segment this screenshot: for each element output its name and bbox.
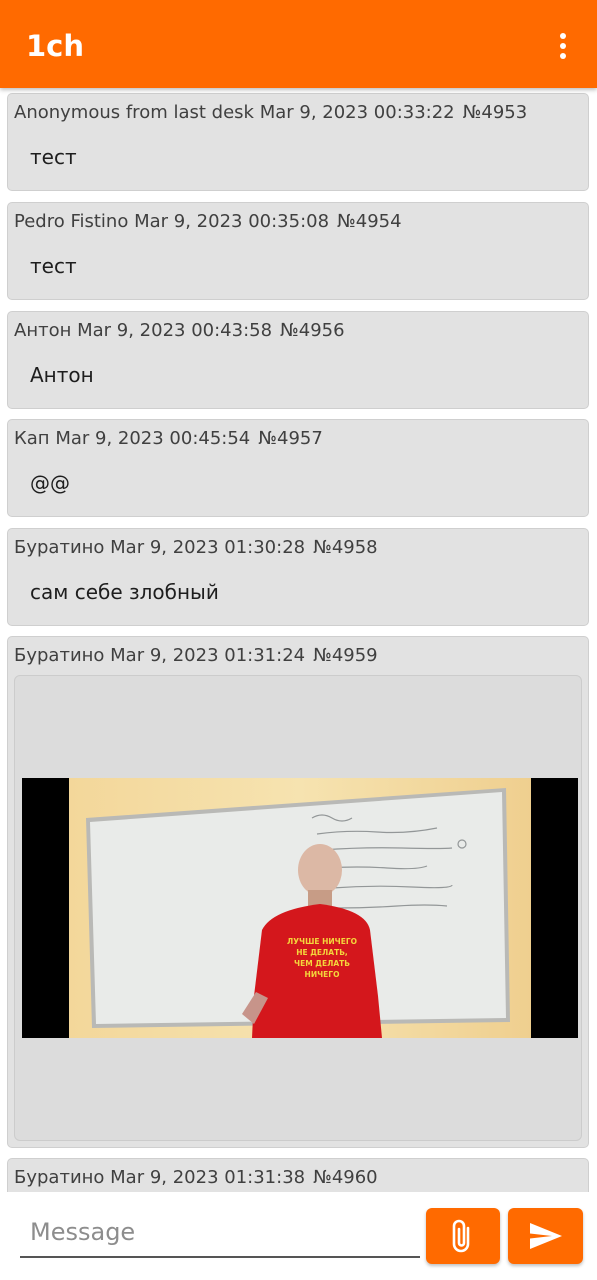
post-text: сам себе злобный <box>30 580 219 604</box>
app-title: 1ch <box>26 29 85 63</box>
post-date: Mar 9, 2023 01:31:38 <box>110 1167 306 1188</box>
more-vert-icon[interactable] <box>548 28 578 64</box>
post-author: Кап <box>14 428 50 449</box>
post-number[interactable]: №4953 <box>463 102 528 123</box>
app-bar: 1ch <box>0 0 597 88</box>
post-number[interactable]: №4957 <box>258 428 323 449</box>
video-frame-image: ЛУЧШЕ НИЧЕГО НЕ ДЕЛАТЬ, ЧЕМ ДЕЛАТЬ НИЧЕГ… <box>22 778 578 1038</box>
post-number[interactable]: №4959 <box>313 645 378 666</box>
post-card[interactable]: Anonymous from last desk Mar 9, 2023 00:… <box>7 93 589 191</box>
svg-text:ЛУЧШЕ НИЧЕГО: ЛУЧШЕ НИЧЕГО <box>287 937 357 946</box>
post-text: @@ <box>30 471 70 495</box>
post-card[interactable]: Буратино Mar 9, 2023 01:31:24 №4959 ЛУЧШ… <box>7 636 589 1148</box>
post-card[interactable]: Буратино Mar 9, 2023 01:31:38 №4960 <box>7 1158 589 1192</box>
post-header: Буратино Mar 9, 2023 01:30:28 №4958 <box>14 537 378 559</box>
post-author: Буратино <box>14 537 105 558</box>
post-card[interactable]: Pedro Fistino Mar 9, 2023 00:35:08 №4954 … <box>7 202 589 300</box>
video-thumbnail[interactable]: ЛУЧШЕ НИЧЕГО НЕ ДЕЛАТЬ, ЧЕМ ДЕЛАТЬ НИЧЕГ… <box>22 778 578 1038</box>
svg-text:НИЧЕГО: НИЧЕГО <box>305 970 340 979</box>
post-date: Mar 9, 2023 00:45:54 <box>55 428 251 449</box>
post-date: Mar 9, 2023 00:43:58 <box>77 320 273 341</box>
post-header: Pedro Fistino Mar 9, 2023 00:35:08 №4954 <box>14 211 402 233</box>
post-card[interactable]: Антон Mar 9, 2023 00:43:58 №4956 Антон <box>7 311 589 409</box>
post-date: Mar 9, 2023 01:31:24 <box>110 645 306 666</box>
post-header: Кап Mar 9, 2023 00:45:54 №4957 <box>14 428 323 450</box>
post-header: Антон Mar 9, 2023 00:43:58 №4956 <box>14 320 345 342</box>
message-feed[interactable]: Anonymous from last desk Mar 9, 2023 00:… <box>0 88 597 1192</box>
post-author: Антон <box>14 320 72 341</box>
post-header: Буратино Mar 9, 2023 01:31:24 №4959 <box>14 645 378 667</box>
post-text: тест <box>30 145 77 169</box>
post-number[interactable]: №4958 <box>313 537 378 558</box>
post-author: Pedro Fistino <box>14 211 129 232</box>
post-card[interactable]: Буратино Mar 9, 2023 01:30:28 №4958 сам с… <box>7 528 589 626</box>
post-header: Буратино Mar 9, 2023 01:31:38 №4960 <box>14 1167 378 1189</box>
post-author: Буратино <box>14 645 105 666</box>
post-date: Mar 9, 2023 01:30:28 <box>110 537 306 558</box>
svg-text:ЧЕМ ДЕЛАТЬ: ЧЕМ ДЕЛАТЬ <box>294 959 350 968</box>
post-author: Anonymous from last desk <box>14 102 254 123</box>
post-date: Mar 9, 2023 00:35:08 <box>134 211 330 232</box>
post-number[interactable]: №4960 <box>313 1167 378 1188</box>
media-attachment[interactable]: ЛУЧШЕ НИЧЕГО НЕ ДЕЛАТЬ, ЧЕМ ДЕЛАТЬ НИЧЕГ… <box>14 675 582 1141</box>
post-number[interactable]: №4956 <box>280 320 345 341</box>
post-header: Anonymous from last desk Mar 9, 2023 00:… <box>14 102 527 124</box>
svg-text:НЕ ДЕЛАТЬ,: НЕ ДЕЛАТЬ, <box>296 948 348 957</box>
post-card[interactable]: Кап Mar 9, 2023 00:45:54 №4957 @@ <box>7 419 589 517</box>
post-text: тест <box>30 254 77 278</box>
post-author: Буратино <box>14 1167 105 1188</box>
post-text: Антон <box>30 363 94 387</box>
post-date: Mar 9, 2023 00:33:22 <box>259 102 455 123</box>
send-button[interactable] <box>508 1208 583 1264</box>
post-number[interactable]: №4954 <box>337 211 402 232</box>
paperclip-icon <box>452 1219 470 1253</box>
message-input[interactable] <box>20 1208 420 1258</box>
composer-bar <box>0 1192 597 1280</box>
attach-button[interactable] <box>426 1208 500 1264</box>
send-icon <box>529 1223 562 1249</box>
